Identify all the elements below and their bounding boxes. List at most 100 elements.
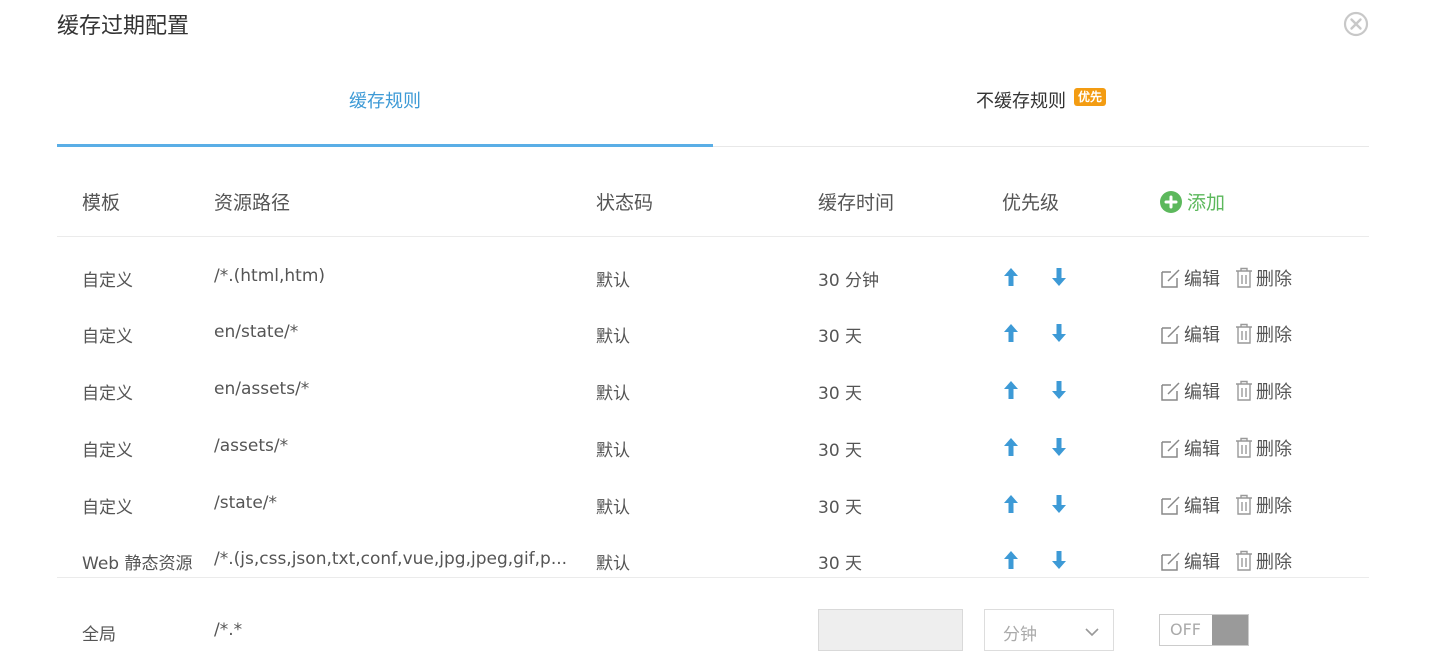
row-status: 默认 — [596, 554, 630, 574]
edit-label: 编辑 — [1184, 439, 1220, 460]
delete-button[interactable]: 删除 — [1234, 378, 1292, 404]
edit-label: 编辑 — [1184, 552, 1220, 573]
row-template: Web 静态资源 — [82, 554, 193, 574]
global-path: /*.* — [214, 620, 243, 640]
row-cache-time: 30 天 — [818, 441, 863, 461]
edit-label: 编辑 — [1184, 269, 1220, 290]
delete-label: 删除 — [1256, 552, 1292, 573]
plus-circle-icon — [1160, 190, 1182, 213]
edit-button[interactable]: 编辑 — [1160, 378, 1220, 404]
move-down-icon[interactable] — [1051, 550, 1067, 574]
row-template: 自定义 — [82, 441, 133, 461]
row-path: en/state/* — [214, 322, 299, 342]
delete-label: 删除 — [1256, 325, 1292, 346]
chevron-down-icon — [1085, 622, 1099, 642]
trash-icon — [1236, 267, 1252, 288]
edit-icon — [1161, 552, 1180, 571]
table-row: 自定义 /state/* 默认 30 天 编辑 删除 — [0, 476, 1442, 532]
edit-button[interactable]: 编辑 — [1160, 321, 1220, 347]
row-cache-time: 30 分钟 — [818, 271, 880, 291]
move-down-icon[interactable] — [1051, 380, 1067, 404]
row-path: /*.(js,css,json,txt,conf,vue,jpg,jpeg,gi… — [214, 549, 568, 569]
table-row: Web 静态资源 /*.(js,css,json,txt,conf,vue,jp… — [0, 532, 1442, 588]
priority-badge: 优先 — [1073, 88, 1106, 106]
trash-icon — [1236, 323, 1252, 344]
delete-button[interactable]: 删除 — [1234, 492, 1292, 518]
tab-no-cache-rules[interactable]: 不缓存规则 优先 — [713, 64, 1369, 144]
trash-icon — [1236, 380, 1252, 401]
delete-label: 删除 — [1256, 382, 1292, 403]
edit-button[interactable]: 编辑 — [1160, 265, 1220, 291]
delete-button[interactable]: 删除 — [1234, 548, 1292, 574]
close-icon[interactable] — [1343, 11, 1369, 37]
table-row: 自定义 en/assets/* 默认 30 天 编辑 删除 — [0, 362, 1442, 418]
header-path: 资源路径 — [214, 192, 291, 214]
delete-button[interactable]: 删除 — [1234, 321, 1292, 347]
move-up-icon[interactable] — [1003, 437, 1019, 461]
dialog-title: 缓存过期配置 — [57, 14, 190, 39]
toggle-label: OFF — [1170, 620, 1201, 639]
edit-button[interactable]: 编辑 — [1160, 435, 1220, 461]
global-unit-select[interactable]: 分钟 — [984, 609, 1114, 651]
row-template: 自定义 — [82, 327, 133, 347]
global-cache-time-input[interactable] — [818, 609, 963, 651]
row-status: 默认 — [596, 384, 630, 404]
row-template: 自定义 — [82, 271, 133, 291]
row-cache-time: 30 天 — [818, 554, 863, 574]
edit-button[interactable]: 编辑 — [1160, 548, 1220, 574]
row-path: /state/* — [214, 493, 278, 513]
move-up-icon[interactable] — [1003, 380, 1019, 404]
row-template: 自定义 — [82, 384, 133, 404]
global-divider — [57, 577, 1369, 578]
move-up-icon[interactable] — [1003, 323, 1019, 347]
row-status: 默认 — [596, 327, 630, 347]
edit-icon — [1161, 439, 1180, 458]
row-path: en/assets/* — [214, 379, 310, 399]
tab-cache-rules[interactable]: 缓存规则 — [57, 64, 713, 147]
global-unit-value: 分钟 — [1003, 625, 1037, 645]
tab-cache-rules-label: 缓存规则 — [349, 91, 421, 112]
row-cache-time: 30 天 — [818, 327, 863, 347]
header-divider — [57, 236, 1369, 237]
add-rule-label: 添加 — [1187, 192, 1226, 214]
delete-label: 删除 — [1256, 496, 1292, 517]
edit-label: 编辑 — [1184, 325, 1220, 346]
global-label: 全局 — [82, 625, 116, 645]
toggle-knob — [1212, 615, 1248, 645]
header-cache-time: 缓存时间 — [818, 192, 895, 214]
tab-bar: 缓存规则 不缓存规则 优先 — [57, 64, 1369, 147]
trash-icon — [1236, 550, 1252, 571]
delete-button[interactable]: 删除 — [1234, 435, 1292, 461]
move-down-icon[interactable] — [1051, 267, 1067, 291]
delete-button[interactable]: 删除 — [1234, 265, 1292, 291]
row-cache-time: 30 天 — [818, 498, 863, 518]
header-template: 模板 — [82, 192, 121, 214]
row-status: 默认 — [596, 498, 630, 518]
edit-icon — [1161, 496, 1180, 515]
move-up-icon[interactable] — [1003, 550, 1019, 574]
move-down-icon[interactable] — [1051, 323, 1067, 347]
edit-label: 编辑 — [1184, 382, 1220, 403]
delete-label: 删除 — [1256, 439, 1292, 460]
edit-icon — [1161, 325, 1180, 344]
row-cache-time: 30 天 — [818, 384, 863, 404]
header-status: 状态码 — [596, 192, 654, 214]
trash-icon — [1236, 494, 1252, 515]
row-path: /*.(html,htm) — [214, 266, 326, 286]
move-down-icon[interactable] — [1051, 437, 1067, 461]
table-row: 自定义 en/state/* 默认 30 天 编辑 删除 — [0, 305, 1442, 361]
add-rule-button[interactable]: 添加 — [1160, 188, 1225, 215]
move-down-icon[interactable] — [1051, 494, 1067, 518]
move-up-icon[interactable] — [1003, 267, 1019, 291]
global-cache-toggle[interactable]: OFF — [1159, 614, 1249, 646]
tab-no-cache-rules-label: 不缓存规则 — [975, 91, 1066, 112]
row-template: 自定义 — [82, 498, 133, 518]
edit-label: 编辑 — [1184, 496, 1220, 517]
trash-icon — [1236, 437, 1252, 458]
row-path: /assets/* — [214, 436, 289, 456]
header-priority: 优先级 — [1002, 192, 1060, 214]
delete-label: 删除 — [1256, 269, 1292, 290]
move-up-icon[interactable] — [1003, 494, 1019, 518]
edit-icon — [1161, 269, 1180, 288]
edit-button[interactable]: 编辑 — [1160, 492, 1220, 518]
